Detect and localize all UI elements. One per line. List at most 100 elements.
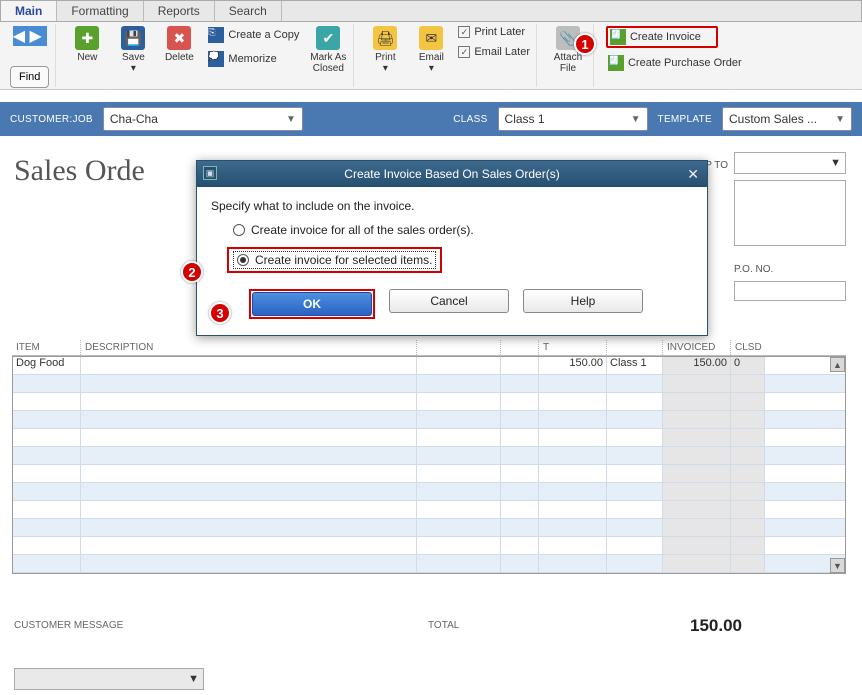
print-button[interactable]: 🖨 Print▾ [366,26,404,74]
po-no-field[interactable] [734,281,846,301]
po-icon: 🧾 [608,55,624,71]
table-row[interactable] [13,537,845,555]
table-row[interactable] [13,375,845,393]
mark-closed-label: Mark As Closed [310,52,346,74]
right-fields: ▼ P.O. NO. [734,152,846,301]
new-button[interactable]: ✚ New [68,26,106,63]
email-button[interactable]: ✉ Email▾ [412,26,450,74]
email-icon: ✉ [419,26,443,50]
class-combo[interactable]: Class 1 ▼ [498,107,648,131]
close-icon[interactable]: ✕ [687,166,699,183]
cell-class[interactable]: Class 1 [607,357,663,374]
cell-desc[interactable] [81,357,417,374]
help-button[interactable]: Help [523,289,643,313]
table-row[interactable] [13,483,845,501]
print-icon: 🖨 [373,26,397,50]
table-row[interactable]: Dog Food 150.00 Class 1 150.00 0 [13,357,845,375]
tab-reports[interactable]: Reports [144,1,215,21]
customer-job-combo[interactable]: Cha-Cha ▼ [103,107,303,131]
ok-button[interactable]: OK [252,292,372,316]
cell-clsd[interactable]: 0 [731,357,765,374]
email-later-checkbox[interactable]: ✓ Email Later [458,46,530,58]
find-button[interactable]: Find [10,66,49,88]
dialog-titlebar[interactable]: ▣ Create Invoice Based On Sales Order(s)… [197,161,707,187]
customer-job-label: CUSTOMER:JOB [10,114,93,125]
delete-button[interactable]: ✖ Delete [160,26,198,63]
table-row[interactable] [13,447,845,465]
create-invoice-button[interactable]: 🧾 Create Invoice [606,26,718,48]
dropdown-icon: ▼ [631,114,641,125]
col-ordered [416,340,500,355]
table-row[interactable] [13,555,845,573]
memorize-button[interactable]: 💭 Memorize [206,50,301,68]
save-label: Save [122,52,145,63]
new-icon: ✚ [75,26,99,50]
table-row[interactable] [13,465,845,483]
scroll-up-button[interactable]: ▲ [830,357,845,372]
radio-selected-items[interactable]: Create invoice for selected items. [233,251,436,269]
table-row[interactable] [13,429,845,447]
dropdown-icon: ▼ [835,114,845,125]
create-invoice-label: Create Invoice [630,31,701,43]
ribbon: ◀ ▶ Find ✚ New 💾 Save▾ ✖ Delete ⎘ Create… [0,22,862,90]
checkbox-icon: ✓ [458,26,470,38]
create-copy-label: Create a Copy [228,29,299,41]
col-rate [500,340,538,355]
dropdown-icon: ▼ [286,114,296,125]
callout-1: 1 [574,33,596,55]
dropdown-icon: ▼ [188,673,199,685]
customer-message-label: CUSTOMER MESSAGE [14,620,123,631]
attach-file-label: Attach File [554,52,582,74]
template-label: TEMPLATE [658,114,712,125]
radio-all-label: Create invoice for all of the sales orde… [251,223,474,237]
invoice-icon: 🧾 [610,29,626,45]
mark-closed-button[interactable]: ✔ Mark As Closed [309,26,347,74]
cell-ordered[interactable] [417,357,501,374]
total-value: 150.00 [690,616,742,636]
callout-2: 2 [181,261,203,283]
tab-main[interactable]: Main [1,1,57,21]
grid-header: ITEM DESCRIPTION T INVOICED CLSD [12,340,846,356]
tab-search[interactable]: Search [215,1,282,21]
cell-item[interactable]: Dog Food [13,357,81,374]
template-combo[interactable]: Custom Sales ... ▼ [722,107,852,131]
col-description: DESCRIPTION [80,340,416,355]
print-later-label: Print Later [474,26,525,38]
line-item-grid[interactable]: Dog Food 150.00 Class 1 150.00 0 ▲ ▼ [12,356,846,574]
dropdown-icon: ▼ [830,157,841,169]
col-class [606,340,662,355]
system-menu-icon[interactable]: ▣ [203,166,217,180]
memorize-label: Memorize [228,53,276,65]
cell-rate[interactable] [501,357,539,374]
create-po-button[interactable]: 🧾 Create Purchase Order [606,54,744,72]
callout-3: 3 [209,302,231,324]
totals-row: CUSTOMER MESSAGE TOTAL 150.00 [14,620,838,631]
ship-to-combo[interactable]: ▼ [734,152,846,174]
scroll-down-button[interactable]: ▼ [830,558,845,573]
checkbox-icon: ✓ [458,46,470,58]
nav-arrows-icon[interactable]: ◀ ▶ [13,26,47,46]
save-button[interactable]: 💾 Save▾ [114,26,152,74]
radio-selected-label: Create invoice for selected items. [255,253,432,267]
create-copy-button[interactable]: ⎘ Create a Copy [206,26,301,44]
ship-to-address[interactable] [734,180,846,246]
delete-icon: ✖ [167,26,191,50]
table-row[interactable] [13,393,845,411]
table-row[interactable] [13,519,845,537]
cell-amount[interactable]: 150.00 [539,357,607,374]
print-later-checkbox[interactable]: ✓ Print Later [458,26,530,38]
memorize-icon: 💭 [208,51,224,67]
tab-formatting[interactable]: Formatting [57,1,143,21]
customer-job-value: Cha-Cha [110,112,158,126]
dialog-title: Create Invoice Based On Sales Order(s) [344,167,559,181]
cancel-button[interactable]: Cancel [389,289,509,313]
new-label: New [77,52,97,63]
create-po-label: Create Purchase Order [628,57,742,69]
menu-tabs: Main Formatting Reports Search [0,0,862,22]
col-invoiced: INVOICED [662,340,730,355]
table-row[interactable] [13,411,845,429]
table-row[interactable] [13,501,845,519]
mark-closed-icon: ✔ [316,26,340,50]
radio-all-sales-orders[interactable]: Create invoice for all of the sales orde… [233,223,693,237]
customer-message-combo[interactable]: ▼ [14,668,204,690]
